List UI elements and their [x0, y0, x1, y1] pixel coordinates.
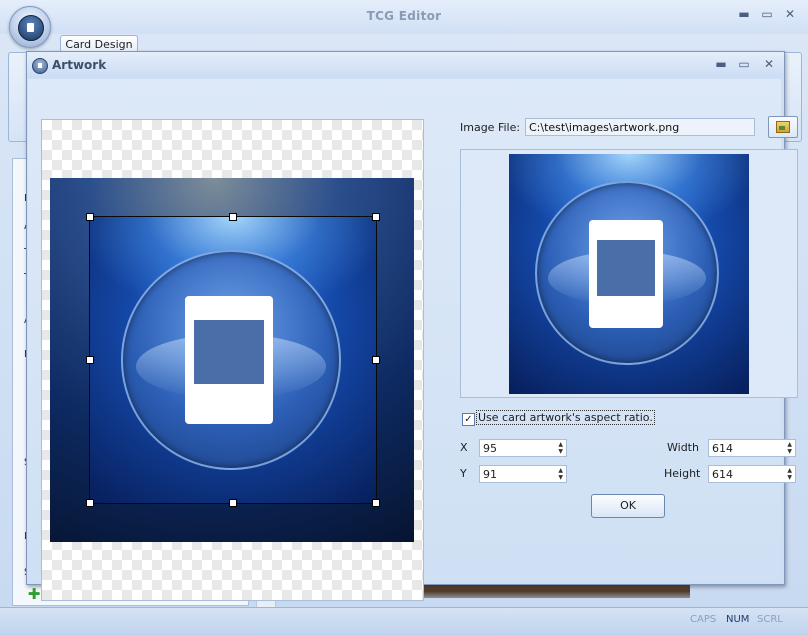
- spin-down-icon[interactable]: ▼: [787, 448, 792, 455]
- crop-handle-e[interactable]: [372, 356, 380, 364]
- height-spinner[interactable]: 614 ▲ ▼: [708, 465, 796, 483]
- dialog-titlebar: Artwork ▬ ▭ ✕: [27, 52, 784, 78]
- spin-up-icon[interactable]: ▲: [558, 441, 563, 448]
- close-icon[interactable]: ✕: [783, 7, 797, 21]
- card-preview-strip: [388, 584, 690, 598]
- aspect-ratio-checkbox[interactable]: ✓: [462, 413, 475, 426]
- artwork-preview: [509, 154, 749, 394]
- crop-handle-s[interactable]: [229, 499, 237, 507]
- crop-region[interactable]: [89, 216, 377, 504]
- minimize-icon[interactable]: ▬: [714, 57, 728, 71]
- spin-up-icon[interactable]: ▲: [787, 441, 792, 448]
- width-spinner[interactable]: 614 ▲ ▼: [708, 439, 796, 457]
- x-label: X: [460, 441, 468, 454]
- dialog-title: Artwork: [52, 58, 107, 72]
- crop-handle-n[interactable]: [229, 213, 237, 221]
- spin-up-icon[interactable]: ▲: [558, 467, 563, 474]
- y-value: 91: [483, 468, 497, 481]
- crop-handle-se[interactable]: [372, 499, 380, 507]
- scroll-indicator: SCRL: [757, 614, 783, 625]
- card-icon: [185, 296, 273, 424]
- image-file-input[interactable]: [525, 118, 755, 136]
- app-icon: [32, 58, 48, 74]
- x-value: 95: [483, 442, 497, 455]
- width-value: 614: [712, 442, 733, 455]
- image-icon: [776, 121, 790, 133]
- spin-up-icon[interactable]: ▲: [787, 467, 792, 474]
- main-titlebar: TCG Editor ▬ ▭ ✕: [0, 0, 808, 34]
- height-value: 614: [712, 468, 733, 481]
- maximize-icon[interactable]: ▭: [737, 57, 751, 71]
- app-title: TCG Editor: [366, 9, 442, 23]
- x-spinner[interactable]: 95 ▲ ▼: [479, 439, 567, 457]
- crop-canvas[interactable]: [41, 119, 424, 601]
- app-menu-orb[interactable]: [9, 6, 51, 48]
- ok-button[interactable]: OK: [591, 494, 665, 518]
- maximize-icon[interactable]: ▭: [760, 7, 774, 21]
- status-bar: CAPS NUM SCRL: [0, 607, 808, 635]
- image-file-label: Image File:: [460, 121, 521, 134]
- dialog-body: Image File: ✓ Use card artwork's aspect …: [28, 79, 798, 601]
- artwork-orb: [121, 250, 341, 470]
- aspect-ratio-label[interactable]: Use card artwork's aspect ratio.: [476, 410, 655, 425]
- crop-handle-ne[interactable]: [372, 213, 380, 221]
- width-label: Width: [667, 441, 699, 454]
- preview-frame: [460, 149, 798, 398]
- crop-handle-w[interactable]: [86, 356, 94, 364]
- height-label: Height: [664, 467, 701, 480]
- spin-down-icon[interactable]: ▼: [558, 448, 563, 455]
- card-icon: [589, 220, 663, 328]
- artwork-dialog: Artwork ▬ ▭ ✕ Image File: C:\test\images…: [26, 51, 798, 601]
- plus-icon[interactable]: ✚: [26, 586, 42, 602]
- y-spinner[interactable]: 91 ▲ ▼: [479, 465, 567, 483]
- crop-handle-sw[interactable]: [86, 499, 94, 507]
- spin-down-icon[interactable]: ▼: [558, 474, 563, 481]
- spin-down-icon[interactable]: ▼: [787, 474, 792, 481]
- y-label: Y: [460, 467, 467, 480]
- close-icon[interactable]: ✕: [762, 57, 776, 71]
- minimize-icon[interactable]: ▬: [737, 7, 751, 21]
- caps-indicator: CAPS: [690, 614, 717, 625]
- artwork-orb: [535, 181, 719, 365]
- num-indicator: NUM: [726, 614, 750, 625]
- browse-button[interactable]: [768, 116, 798, 138]
- crop-handle-nw[interactable]: [86, 213, 94, 221]
